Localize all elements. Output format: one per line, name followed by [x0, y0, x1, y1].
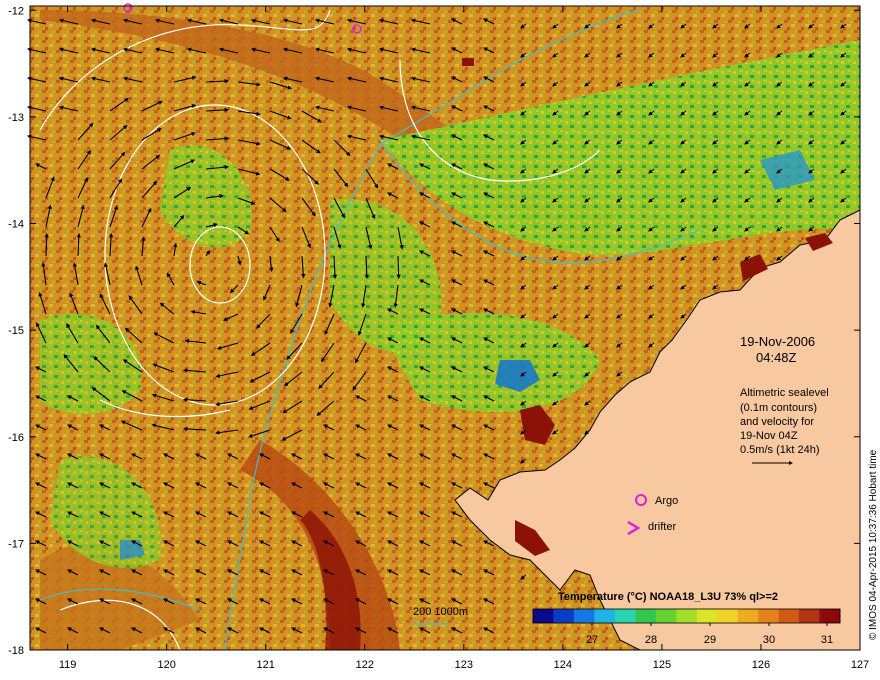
colorbar-tick-label: 29: [704, 634, 716, 646]
svg-text:19-Nov 04Z: 19-Nov 04Z: [740, 430, 798, 442]
colorbar-tick-label: 27: [586, 634, 598, 646]
x-tick-label: 126: [752, 659, 770, 671]
y-tick-label: -13: [8, 112, 24, 124]
x-tick-label: 124: [554, 659, 572, 671]
colorbar-tick-label: 30: [763, 634, 775, 646]
y-tick-label: -18: [8, 645, 24, 657]
y-tick-label: -12: [8, 5, 24, 17]
sst-map: 119 120 121 122 123 124 125 126 127 -12 -13 -14 -15…: [8, 3, 879, 671]
svg-text:Altimetric sealevel: Altimetric sealevel: [740, 387, 829, 399]
colorbar-title: Temperature (°C) NOAA18_L3U 73% ql>=2: [558, 591, 778, 603]
colorbar-tick-label: 31: [821, 634, 833, 646]
credit-label: © IMOS 04-Apr-2015 10:37:36 Hobart time: [868, 449, 879, 640]
y-tick-label: -17: [8, 538, 24, 550]
x-tick-label: 120: [158, 659, 176, 671]
y-tick-label: -15: [8, 325, 24, 337]
y-tick-label: -16: [8, 432, 24, 444]
svg-text:0.5m/s (1kt 24h): 0.5m/s (1kt 24h): [740, 444, 819, 456]
time-label: 04:48Z: [756, 350, 797, 365]
x-tick-label: 119: [59, 659, 77, 671]
x-tick-label: 121: [257, 659, 275, 671]
bathymetry-label: 200 1000m: [413, 606, 468, 618]
svg-text:(0.1m contours): (0.1m contours): [740, 402, 817, 414]
colorbar: [532, 608, 841, 624]
x-tick-label: 122: [356, 659, 374, 671]
x-tick-label: 125: [653, 659, 671, 671]
x-tick-label: 127: [851, 659, 869, 671]
date-label: 19-Nov-2006: [740, 334, 815, 349]
colorbar-tick-label: 28: [645, 634, 657, 646]
svg-text:and velocity for: and velocity for: [740, 416, 814, 428]
y-tick-label: -14: [8, 219, 24, 231]
argo-legend-label: Argo: [655, 495, 678, 507]
drifter-legend-label: drifter: [648, 521, 676, 533]
x-tick-label: 123: [455, 659, 473, 671]
